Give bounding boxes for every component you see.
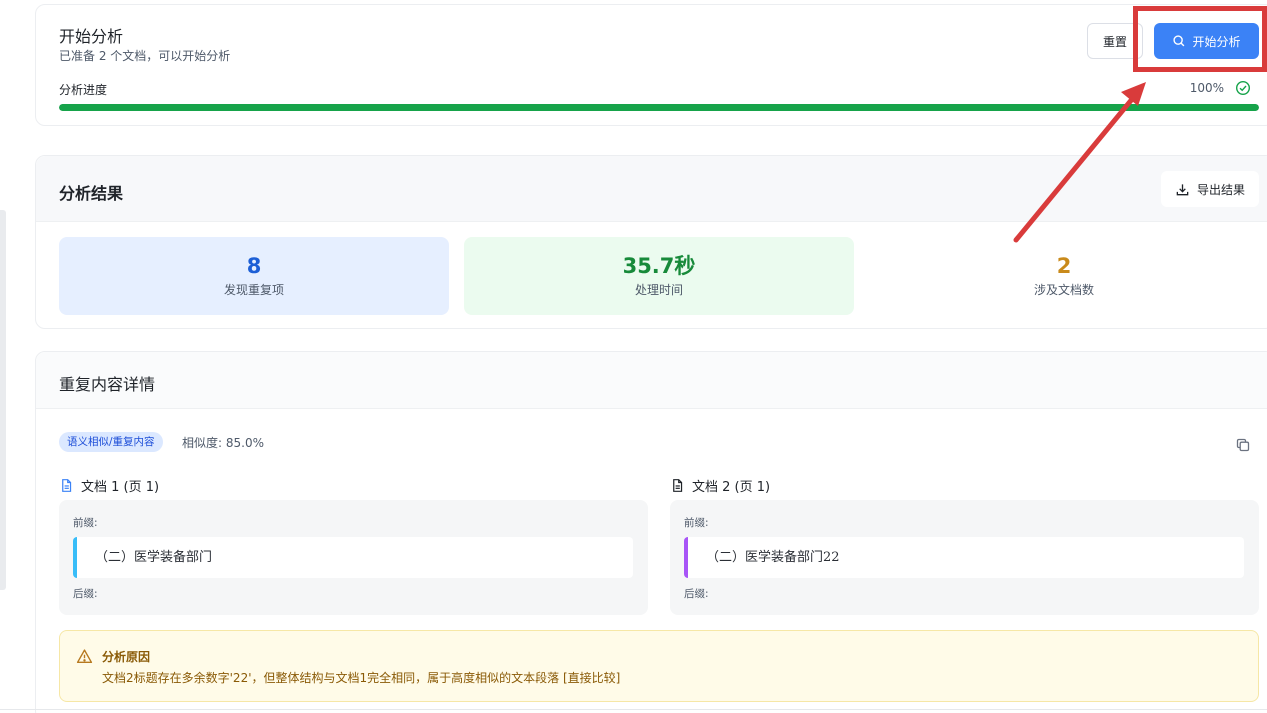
stat-label: 发现重复项 (223, 283, 284, 297)
download-icon (1176, 183, 1189, 195)
stat-documents: 2 涉及文档数 (869, 237, 1259, 315)
stat-value: 35.7秒 (622, 254, 696, 278)
document-1-excerpt: 前缀: （二）医学装备部门 后缀: (59, 500, 648, 615)
stat-processing-time: 35.7秒 处理时间 (464, 237, 854, 315)
export-results-label: 导出结果 (1196, 182, 1245, 197)
reason-title: 分析原因 (102, 650, 151, 664)
document-1-title: 文档 1 (页 1) (81, 480, 160, 495)
copy-icon[interactable] (1235, 437, 1251, 453)
left-scroll-rail (0, 210, 6, 590)
similarity-score: 相似度: 85.0% (182, 436, 264, 450)
document-icon (62, 479, 72, 492)
match-type-badge: 语义相似/重复内容 (59, 432, 163, 452)
excerpt-text: （二）医学装备部门 (73, 537, 633, 578)
page-subtitle: 已准备 2 个文档，可以开始分析 (59, 49, 231, 63)
document-icon (673, 479, 683, 492)
warning-icon (76, 649, 93, 664)
details-header: 重复内容详情 (36, 352, 1267, 409)
check-circle-icon (1235, 80, 1251, 96)
analysis-reason-box: 分析原因 文档2标题存在多余数字'22'，但整体结构与文档1完全相同，属于高度相… (59, 630, 1259, 702)
results-card: 分析结果 导出结果 8 发现重复项 35.7秒 处理时间 2 涉及文档数 (35, 155, 1267, 329)
results-header: 分析结果 导出结果 (36, 156, 1267, 222)
document-1-header: 文档 1 (页 1) (59, 476, 159, 495)
document-2-excerpt: 前缀: （二）医学装备部门22 后缀: (670, 500, 1259, 615)
stat-label: 处理时间 (634, 283, 683, 297)
progress-bar-fill (59, 104, 1259, 111)
results-title: 分析结果 (59, 184, 124, 203)
stat-value: 2 (1056, 254, 1072, 278)
suffix-label: 后缀: (73, 588, 98, 600)
export-results-button[interactable]: 导出结果 (1161, 171, 1259, 207)
annotation-highlight-box (1133, 6, 1267, 72)
duplicate-details-card: 重复内容详情 语义相似/重复内容 相似度: 85.0% 文档 1 (页 1) 文… (35, 351, 1267, 713)
stat-label: 涉及文档数 (1033, 283, 1094, 297)
progress-bar (59, 104, 1259, 111)
progress-value: 100% (1189, 81, 1224, 95)
suffix-label: 后缀: (684, 588, 709, 600)
prefix-label: 前缀: (684, 517, 709, 529)
excerpt-text: （二）医学装备部门22 (684, 537, 1244, 578)
details-title: 重复内容详情 (59, 375, 156, 394)
reason-text: 文档2标题存在多余数字'22'，但整体结构与文档1完全相同，属于高度相似的文本段… (102, 671, 621, 685)
page-title: 开始分析 (59, 27, 124, 46)
document-2-header: 文档 2 (页 1) (670, 476, 770, 495)
prefix-label: 前缀: (73, 517, 98, 529)
progress-label: 分析进度 (59, 83, 108, 97)
analysis-control-card: 开始分析 已准备 2 个文档，可以开始分析 重置 开始分析 分析进度 100% (35, 4, 1267, 126)
stat-duplicates: 8 发现重复项 (59, 237, 449, 315)
stat-value: 8 (246, 254, 262, 278)
document-2-title: 文档 2 (页 1) (692, 480, 771, 495)
bottom-divider (0, 709, 1267, 710)
